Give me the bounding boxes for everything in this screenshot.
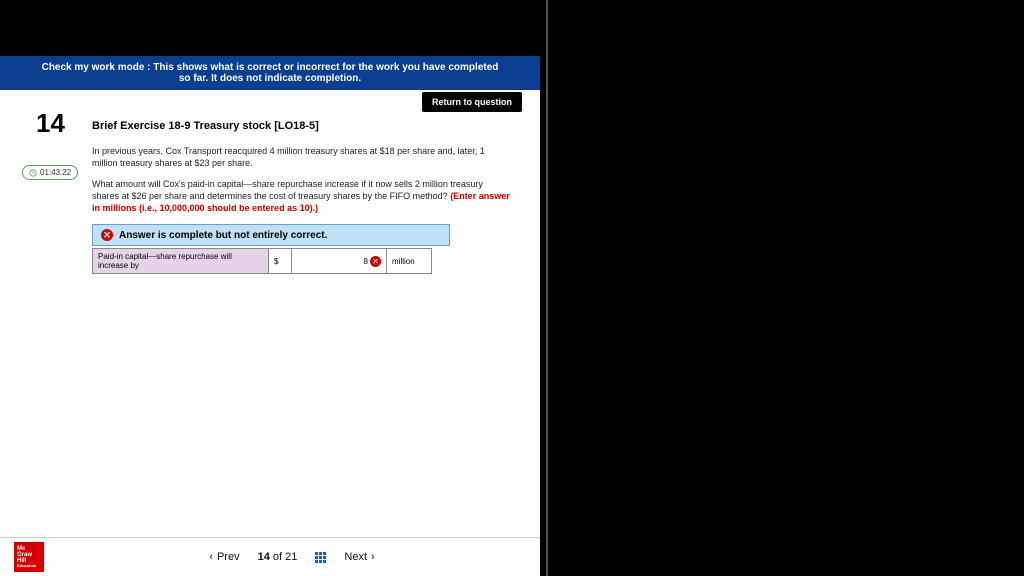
unit-cell: million [387,249,432,274]
prev-button[interactable]: ‹ Prev [209,551,239,563]
answer-status-text: Answer is complete but not entirely corr… [119,230,327,241]
question-paragraph-1: In previous years, Cox Transport reacqui… [92,146,512,169]
incorrect-marker-icon: ✕ [370,256,381,267]
currency-cell: $ [269,249,292,274]
answer-table: Paid-in capital—share repurchase will in… [92,248,432,274]
grid-icon[interactable] [315,552,326,563]
check-work-banner: Check my work mode : This shows what is … [0,56,540,90]
timer-value: 01:43:22 [40,168,71,177]
footer-nav: Mc Graw Hill Education ‹ Prev 14 of 21 [0,537,540,576]
right-blank-pane [546,0,1024,576]
answer-value-cell[interactable]: 8✕ [292,249,387,274]
mcgraw-hill-logo: Mc Graw Hill Education [14,542,44,572]
question-title: Brief Exercise 18-9 Treasury stock [LO18… [92,120,512,132]
question-number: 14 [36,108,65,139]
answer-status-bar: ✕ Answer is complete but not entirely co… [92,224,450,246]
chevron-left-icon: ‹ [209,551,213,563]
answer-row-label: Paid-in capital—share repurchase will in… [93,249,269,274]
next-button[interactable]: Next › [344,551,374,563]
return-to-question-button[interactable]: Return to question [422,92,522,112]
clock-icon [29,169,37,177]
incorrect-icon: ✕ [101,229,113,241]
chevron-right-icon: › [371,551,375,563]
table-row: Paid-in capital—share repurchase will in… [93,249,432,274]
page-indicator: 14 of 21 [258,551,298,563]
timer-badge: 01:43:22 [22,165,78,180]
question-paragraph-2: What amount will Cox's paid-in capital—s… [92,179,512,214]
